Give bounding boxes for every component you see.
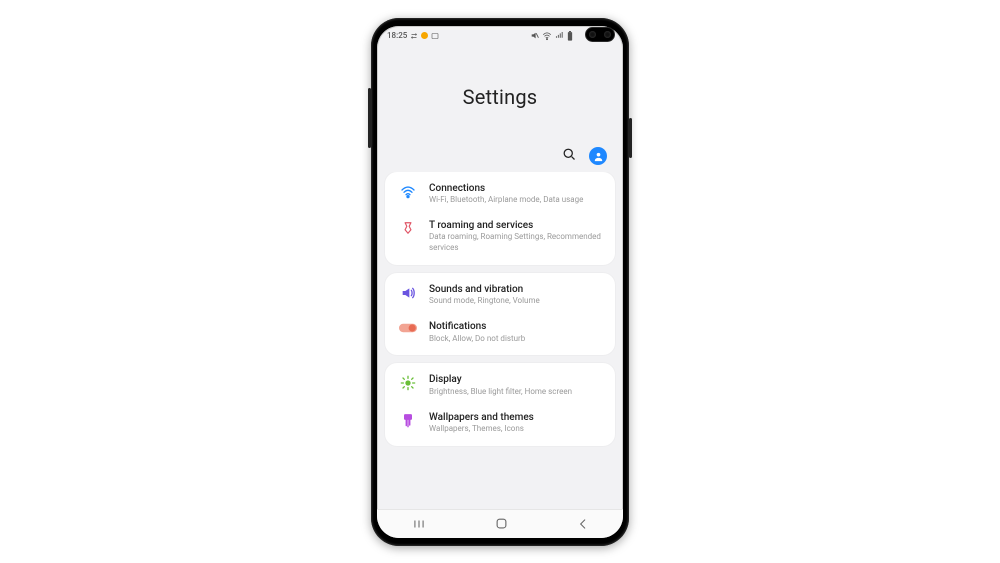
- settings-list: Connections Wi-Fi, Bluetooth, Airplane m…: [377, 172, 623, 509]
- settings-group: Display Brightness, Blue light filter, H…: [385, 363, 615, 446]
- status-left: 18:25: [387, 31, 439, 40]
- card-icon: [431, 32, 439, 40]
- settings-item-subtitle: Sound mode, Ringtone, Volume: [429, 296, 601, 307]
- settings-group: Sounds and vibration Sound mode, Rington…: [385, 273, 615, 356]
- settings-item-subtitle: Block, Allow, Do not disturb: [429, 334, 601, 345]
- search-button[interactable]: [562, 147, 577, 166]
- wifi-icon: [399, 183, 417, 200]
- settings-item-subtitle: Wallpapers, Themes, Icons: [429, 424, 601, 435]
- settings-item-connections[interactable]: Connections Wi-Fi, Bluetooth, Airplane m…: [385, 176, 615, 213]
- status-dot-icon: [421, 32, 428, 39]
- recents-icon: [411, 517, 427, 531]
- settings-item-display[interactable]: Display Brightness, Blue light filter, H…: [385, 367, 615, 404]
- settings-item-title: Sounds and vibration: [429, 284, 601, 297]
- settings-item-title: Display: [429, 374, 601, 387]
- mute-icon: [530, 31, 539, 40]
- settings-item-subtitle: Wi-Fi, Bluetooth, Airplane mode, Data us…: [429, 195, 601, 206]
- search-icon: [562, 147, 577, 166]
- recents-button[interactable]: [411, 517, 427, 531]
- settings-item-wallpapers[interactable]: Wallpapers and themes Wallpapers, Themes…: [385, 405, 615, 442]
- settings-item-sounds[interactable]: Sounds and vibration Sound mode, Rington…: [385, 277, 615, 314]
- battery-icon: [567, 31, 573, 41]
- account-button[interactable]: [589, 147, 607, 165]
- settings-item-notifications[interactable]: Notifications Block, Allow, Do not distu…: [385, 314, 615, 351]
- header-actions: [377, 147, 623, 172]
- settings-item-subtitle: Data roaming, Roaming Settings, Recommen…: [429, 232, 601, 254]
- sync-icon: [410, 32, 418, 40]
- clock: 18:25: [387, 31, 407, 40]
- phone-frame: 18:25: [371, 18, 629, 546]
- status-right: [530, 31, 573, 41]
- settings-item-title: Wallpapers and themes: [429, 412, 601, 425]
- brightness-icon: [399, 374, 417, 391]
- screen: 18:25: [377, 26, 623, 538]
- settings-item-title: Notifications: [429, 321, 601, 334]
- wifi-icon: [542, 31, 552, 41]
- sound-icon: [399, 284, 417, 301]
- home-icon: [494, 516, 509, 531]
- settings-item-roaming[interactable]: T roaming and services Data roaming, Roa…: [385, 213, 615, 261]
- toggle-icon: [399, 321, 417, 334]
- back-button[interactable]: [576, 517, 590, 531]
- person-icon: [593, 147, 604, 166]
- settings-item-title: Connections: [429, 183, 601, 196]
- signal-icon: [555, 31, 564, 40]
- home-button[interactable]: [494, 516, 509, 531]
- android-nav-bar: [377, 509, 623, 538]
- t-icon: [399, 220, 417, 235]
- settings-item-title: T roaming and services: [429, 220, 601, 233]
- settings-group: Connections Wi-Fi, Bluetooth, Airplane m…: [385, 172, 615, 265]
- camera-cutout: [585, 27, 615, 42]
- back-icon: [576, 517, 590, 531]
- settings-item-subtitle: Brightness, Blue light filter, Home scre…: [429, 387, 601, 398]
- page-title: Settings: [377, 43, 623, 147]
- brush-icon: [399, 412, 417, 429]
